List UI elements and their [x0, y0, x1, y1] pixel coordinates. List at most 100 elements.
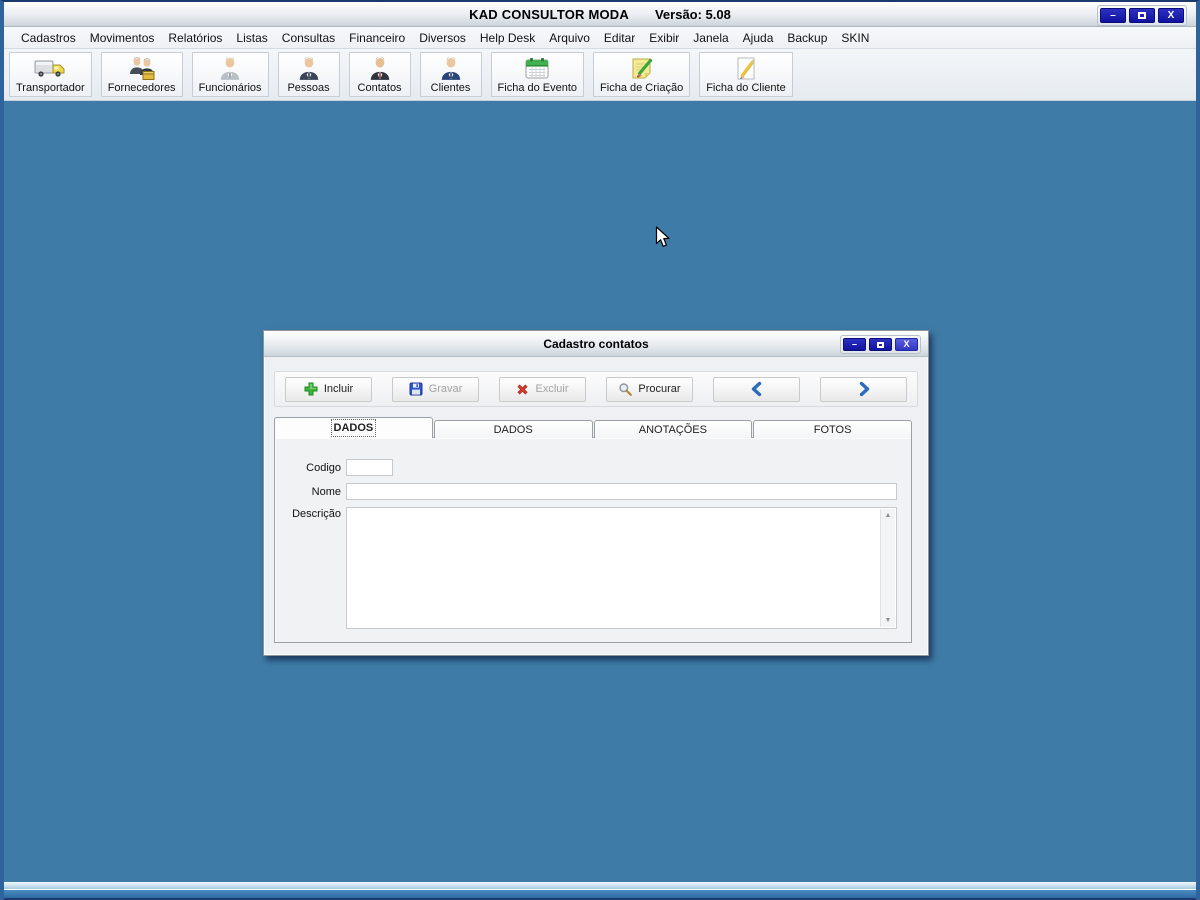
menubar: Cadastros Movimentos Relatórios Listas C…: [4, 27, 1196, 49]
toolbar-button-funcionarios[interactable]: Funcionários: [191, 52, 269, 97]
excluir-button[interactable]: Excluir: [499, 376, 586, 402]
dados-tab-panel: Codigo Nome Descrição ▲ ▼: [274, 437, 912, 643]
toolbar-button-label: Transportador: [16, 82, 85, 94]
tab-label: DADOS: [330, 419, 377, 437]
gravar-button[interactable]: Gravar: [392, 376, 479, 402]
window-controls: – X: [1097, 5, 1187, 26]
tab-label: DADOS: [493, 423, 533, 436]
mdi-client-area: Cadastro contatos – X Incluir Gravar Exc…: [4, 101, 1196, 882]
truck-icon: [33, 56, 67, 82]
procurar-button[interactable]: Procurar: [606, 376, 693, 402]
suppliers-icon: [127, 56, 157, 82]
plus-icon: [304, 382, 318, 396]
menu-item-listas[interactable]: Listas: [229, 29, 274, 47]
client-card-icon: [732, 56, 760, 82]
nome-label: Nome: [311, 485, 341, 498]
close-icon: X: [903, 339, 910, 349]
menu-item-diversos[interactable]: Diversos: [412, 29, 473, 47]
chevron-right-icon: [856, 381, 872, 397]
tab-label: ANOTAÇÕES: [638, 423, 707, 436]
menu-item-exibir[interactable]: Exibir: [642, 29, 686, 47]
toolbar-button-ficha-de-criacao[interactable]: Ficha de Criação: [593, 52, 691, 97]
dialog-window-controls: – X: [840, 335, 921, 354]
toolbar: Transportador Fornecedores Funcionários …: [4, 49, 1196, 101]
incluir-button[interactable]: Incluir: [285, 376, 372, 402]
menu-item-backup[interactable]: Backup: [780, 29, 834, 47]
dialog-tabbar: DADOS DADOS ANOTAÇÕES FOTOS: [274, 417, 912, 438]
toolbar-button-contatos[interactable]: Contatos: [348, 52, 411, 97]
gravar-label: Gravar: [428, 383, 463, 395]
dialog-minimize-button[interactable]: –: [843, 338, 866, 351]
bottom-frame-highlight: [4, 882, 1196, 889]
nome-field[interactable]: [346, 483, 897, 500]
minimize-icon: –: [851, 339, 857, 349]
dialog-close-button[interactable]: X: [895, 338, 918, 351]
toolbar-button-label: Ficha do Evento: [497, 82, 578, 94]
application-window: KAD CONSULTOR MODA Versão: 5.08 – X Cada…: [0, 0, 1200, 900]
descricao-field[interactable]: ▲ ▼: [346, 507, 897, 629]
menu-item-arquivo[interactable]: Arquivo: [542, 29, 597, 47]
menu-item-ajuda[interactable]: Ajuda: [736, 29, 781, 47]
toolbar-button-label: Fornecedores: [107, 82, 176, 94]
menu-item-helpdesk[interactable]: Help Desk: [473, 29, 542, 47]
toolbar-button-pessoas[interactable]: Pessoas: [277, 52, 340, 97]
main-titlebar[interactable]: KAD CONSULTOR MODA Versão: 5.08 – X: [4, 2, 1196, 27]
toolbar-button-label: Ficha de Criação: [600, 82, 684, 94]
toolbar-button-ficha-do-evento[interactable]: Ficha do Evento: [490, 52, 585, 97]
scroll-up-icon[interactable]: ▲: [882, 509, 895, 522]
magnifier-icon: [618, 382, 633, 396]
menu-item-relatorios[interactable]: Relatórios: [161, 29, 229, 47]
dialog-action-panel: Incluir Gravar Excluir Procurar: [274, 371, 918, 407]
client-icon: [438, 56, 464, 82]
tab-anotacoes[interactable]: ANOTAÇÕES: [593, 420, 753, 438]
toolbar-button-ficha-do-cliente[interactable]: Ficha do Cliente: [699, 52, 793, 97]
descricao-label: Descrição: [292, 508, 341, 520]
maximize-button[interactable]: [1129, 8, 1155, 23]
app-version: Versão: 5.08: [654, 6, 731, 22]
toolbar-button-label: Funcionários: [198, 82, 262, 94]
contact-icon: [367, 56, 393, 82]
dialog-titlebar[interactable]: Cadastro contatos – X: [264, 331, 928, 357]
maximize-icon: [877, 341, 884, 348]
menu-item-cadastros[interactable]: Cadastros: [14, 29, 83, 47]
toolbar-button-label: Clientes: [430, 82, 471, 94]
tab-fotos[interactable]: FOTOS: [753, 420, 912, 438]
procurar-label: Procurar: [638, 383, 681, 395]
toolbar-button-clientes[interactable]: Clientes: [419, 52, 482, 97]
minimize-button[interactable]: –: [1100, 8, 1126, 23]
menu-item-movimentos[interactable]: Movimentos: [83, 29, 162, 47]
tab-dados-2[interactable]: DADOS: [433, 420, 593, 438]
dialog-body: Incluir Gravar Excluir Procurar DADOS DA…: [264, 357, 928, 655]
scroll-down-icon[interactable]: ▼: [882, 614, 895, 627]
toolbar-button-transportador[interactable]: Transportador: [9, 52, 92, 97]
dialog-maximize-button[interactable]: [869, 338, 892, 351]
tab-dados-1[interactable]: DADOS: [274, 417, 433, 438]
excluir-label: Excluir: [535, 383, 569, 395]
toolbar-button-label: Contatos: [357, 82, 402, 94]
employee-icon: [217, 56, 243, 82]
next-record-button[interactable]: [820, 376, 907, 402]
tab-label: FOTOS: [813, 423, 852, 436]
previous-record-button[interactable]: [713, 376, 800, 402]
floppy-disk-icon: [409, 382, 423, 396]
cadastro-contatos-dialog: Cadastro contatos – X Incluir Gravar Exc…: [263, 330, 929, 656]
menu-item-consultas[interactable]: Consultas: [275, 29, 342, 47]
menu-item-skin[interactable]: SKIN: [834, 29, 876, 47]
toolbar-button-label: Ficha do Cliente: [706, 82, 786, 94]
menu-item-janela[interactable]: Janela: [686, 29, 735, 47]
codigo-field[interactable]: [346, 459, 393, 476]
dialog-title: Cadastro contatos: [543, 336, 649, 351]
toolbar-button-label: Pessoas: [287, 82, 330, 94]
menu-item-financeiro[interactable]: Financeiro: [342, 29, 412, 47]
mouse-cursor: [655, 226, 671, 254]
chevron-left-icon: [749, 381, 765, 397]
close-button[interactable]: X: [1158, 8, 1184, 23]
maximize-icon: [1138, 12, 1146, 19]
incluir-label: Incluir: [323, 383, 354, 395]
toolbar-button-fornecedores[interactable]: Fornecedores: [100, 52, 183, 97]
menu-item-editar[interactable]: Editar: [597, 29, 642, 47]
app-title: KAD CONSULTOR MODA: [469, 6, 629, 22]
codigo-label: Codigo: [306, 461, 341, 474]
creation-note-icon: [628, 56, 656, 82]
descricao-scrollbar[interactable]: ▲ ▼: [880, 509, 895, 627]
